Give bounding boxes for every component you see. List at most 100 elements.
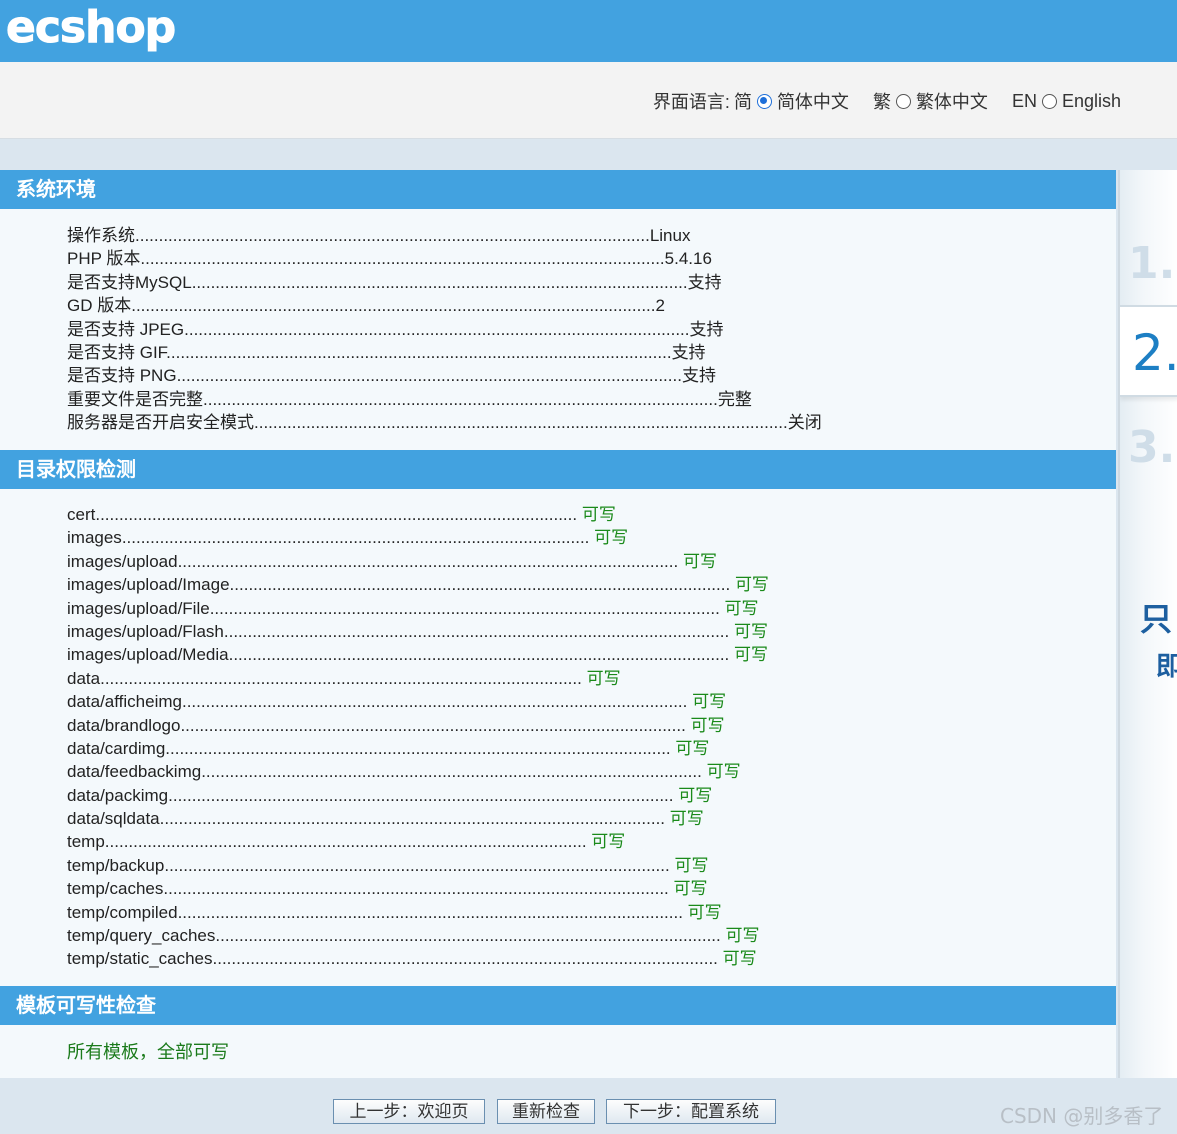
section-title: 目录权限检测: [16, 457, 136, 481]
language-option-traditional[interactable]: 繁 繁体中文: [873, 88, 988, 114]
row-label: temp/static_caches: [67, 949, 213, 969]
row-dots: ........................................…: [203, 389, 718, 409]
row-value: 完整: [717, 389, 752, 409]
check-row: data/brandlogo..........................…: [67, 714, 769, 737]
row-dots: ........................................…: [177, 551, 683, 571]
radio-simplified-chinese[interactable]: [756, 93, 772, 109]
check-row: temp/caches.............................…: [67, 877, 769, 900]
row-label: data/cardimg: [67, 738, 166, 758]
row-value: 可写: [581, 505, 616, 524]
row-label: GD 版本: [67, 296, 132, 316]
row-value: 可写: [725, 926, 760, 946]
check-row: images/upload/Flash.....................…: [67, 620, 769, 643]
row-value: 可写: [675, 738, 710, 758]
row-label: data/brandlogo: [67, 715, 181, 735]
check-row: temp/static_caches......................…: [67, 947, 769, 970]
system-env-list: 操作系统....................................…: [67, 224, 822, 435]
check-row: 操作系统....................................…: [67, 224, 822, 247]
row-dots: ........................................…: [184, 319, 690, 339]
row-value: 可写: [706, 762, 741, 782]
side-text-b: 即: [1156, 646, 1177, 683]
template-check-message: 所有模板，全部可写: [67, 1042, 229, 1062]
row-value: 可写: [669, 809, 704, 829]
row-value: 可写: [682, 551, 717, 571]
template-check-result: 所有模板，全部可写: [67, 1038, 229, 1064]
language-selector: 界面语言: 简 简体中文 繁 繁体中文 EN English: [653, 88, 1121, 114]
row-label: images: [67, 528, 122, 548]
radio-english[interactable]: [1041, 93, 1057, 109]
row-value: 可写: [692, 692, 727, 712]
check-row: 是否支持MySQL...............................…: [67, 271, 822, 294]
check-row: data/sqldata............................…: [67, 807, 769, 830]
language-option-simplified[interactable]: 简 简体中文: [734, 88, 849, 114]
row-value: 支持: [671, 342, 706, 362]
row-value: 支持: [689, 319, 724, 339]
row-label: 是否支持MySQL: [67, 272, 192, 292]
row-value: 可写: [678, 785, 713, 805]
svg-text:ecshop: ecshop: [6, 2, 175, 53]
row-dots: ........................................…: [229, 575, 735, 595]
row-dots: ........................................…: [159, 809, 670, 829]
section-title: 模板可写性检查: [16, 993, 156, 1017]
row-dots: ........................................…: [166, 342, 672, 362]
row-label: images/upload/File: [67, 598, 210, 618]
check-row: images..................................…: [67, 526, 769, 549]
row-value: 可写: [673, 879, 708, 899]
row-label: 是否支持 GIF: [67, 342, 167, 362]
row-value: 可写: [734, 645, 768, 665]
row-label: 是否支持 JPEG: [67, 319, 185, 339]
check-row: data....................................…: [67, 667, 769, 690]
row-label: data/feedbackimg: [67, 762, 202, 782]
row-dots: ........................................…: [223, 621, 734, 641]
row-dots: ........................................…: [228, 645, 734, 665]
section-system-env: 系统环境: [0, 170, 1116, 209]
radio-traditional-chinese[interactable]: [895, 93, 911, 109]
row-dots: ........................................…: [254, 413, 788, 433]
recheck-button[interactable]: 重新检查: [497, 1099, 595, 1124]
prev-step-button[interactable]: 上一步：欢迎页: [333, 1099, 485, 1124]
row-value: 可写: [687, 902, 722, 922]
row-label: images/upload/Image: [67, 575, 230, 595]
check-row: GD 版本...................................…: [67, 294, 822, 317]
row-label: temp/query_caches: [67, 926, 216, 946]
row-value: 可写: [724, 598, 759, 618]
check-row: images/upload/Image.....................…: [67, 573, 769, 596]
row-value: 可写: [734, 575, 769, 595]
install-steps-sidebar: 1. 2. 3. 只 即: [1118, 170, 1177, 1078]
check-row: 是否支持 JPEG...............................…: [67, 318, 822, 341]
next-step-button[interactable]: 下一步：配置系统: [606, 1099, 776, 1124]
row-value: Linux: [649, 226, 691, 245]
row-value: 5.4.16: [664, 249, 712, 269]
row-value: 可写: [722, 949, 757, 969]
side-text-a: 只: [1140, 600, 1173, 638]
check-row: cert....................................…: [67, 503, 769, 526]
check-row: data/cardimg............................…: [67, 737, 769, 760]
header-bar: ecshop: [0, 0, 1177, 62]
check-row: images/upload/Media.....................…: [67, 643, 769, 666]
row-label: 操作系统: [67, 226, 135, 245]
row-label: images/upload: [67, 551, 178, 571]
row-label: PHP 版本: [67, 249, 141, 269]
row-value: 可写: [690, 715, 725, 735]
step-2-label: 2.: [1132, 324, 1177, 382]
check-panel: 系统环境 操作系统...............................…: [0, 170, 1116, 1078]
row-dots: ........................................…: [100, 668, 587, 688]
check-row: temp/backup.............................…: [67, 854, 769, 877]
row-dots: ........................................…: [177, 902, 688, 922]
check-row: 重要文件是否完整................................…: [67, 388, 822, 411]
row-value: 可写: [674, 855, 709, 875]
check-row: data/packimg............................…: [67, 784, 769, 807]
row-label: data: [67, 668, 101, 688]
check-row: 是否支持 GIF................................…: [67, 341, 822, 364]
check-row: temp....................................…: [67, 830, 769, 853]
row-label: images/upload/Media: [67, 645, 229, 665]
row-value: 可写: [594, 528, 629, 548]
row-label: 服务器是否开启安全模式: [67, 413, 254, 433]
row-value: 支持: [681, 366, 716, 386]
section-dir-permissions: 目录权限检测: [0, 450, 1116, 489]
row-dots: ........................................…: [104, 832, 592, 852]
section-title: 系统环境: [16, 177, 96, 201]
row-dots: ........................................…: [135, 226, 650, 245]
row-dots: ........................................…: [95, 505, 582, 524]
language-option-english[interactable]: EN English: [1012, 91, 1121, 112]
